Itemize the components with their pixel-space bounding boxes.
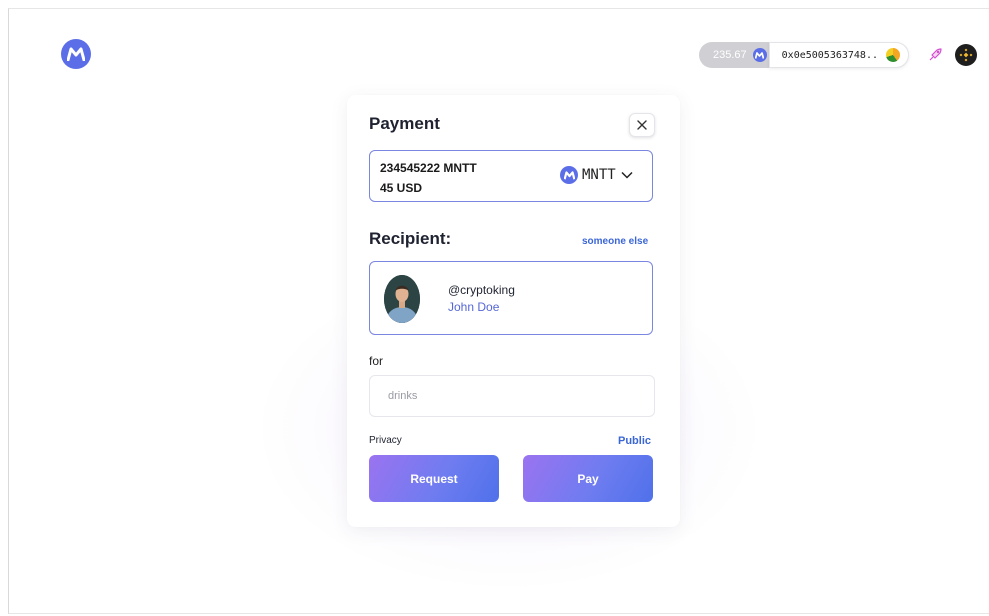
recipient-name: John Doe: [448, 300, 500, 314]
close-button[interactable]: [629, 113, 655, 137]
request-button[interactable]: Request: [369, 455, 499, 502]
token-symbol: MNTT: [582, 167, 616, 183]
app-frame: 235.67 0x0e5005363748.. Payment 23454522…: [8, 8, 989, 614]
payment-card: Payment 234545222 MNTT 45 USD MNTT Recip…: [347, 95, 680, 527]
recipient-handle: @cryptoking: [448, 283, 515, 297]
recipient-label: Recipient:: [369, 229, 452, 248]
note-label: for: [369, 354, 384, 368]
binance-network-icon[interactable]: [954, 44, 977, 66]
avatar: [384, 275, 420, 323]
mntt-coin-icon: [752, 48, 767, 62]
wallet-address-pill[interactable]: 0x0e5005363748..: [768, 42, 909, 68]
note-input[interactable]: [369, 375, 655, 417]
balance-pill[interactable]: 235.67: [699, 42, 775, 68]
close-icon: [637, 120, 647, 130]
recipient-card[interactable]: @cryptoking John Doe: [369, 261, 653, 335]
amount-token: 234545222 MNTT: [380, 161, 477, 175]
privacy-label: Privacy: [369, 435, 402, 446]
rocket-icon[interactable]: [925, 45, 945, 65]
someone-else-link[interactable]: someone else: [582, 236, 648, 247]
wallet-identicon-icon: [885, 48, 900, 62]
amount-usd: 45 USD: [380, 181, 423, 195]
m-logo-icon[interactable]: [61, 39, 91, 69]
wallet-address: 0x0e5005363748..: [781, 49, 878, 61]
balance-value: 235.67: [713, 49, 747, 61]
privacy-toggle[interactable]: Public: [618, 435, 651, 447]
token-select[interactable]: MNTT: [560, 166, 633, 184]
chevron-down-icon: [621, 171, 633, 179]
pay-button[interactable]: Pay: [523, 455, 653, 502]
payment-title: Payment: [369, 114, 440, 133]
amount-field[interactable]: 234545222 MNTT 45 USD MNTT: [369, 150, 653, 202]
wallet-bar: 235.67 0x0e5005363748..: [699, 42, 977, 68]
mntt-coin-icon: [560, 166, 578, 184]
